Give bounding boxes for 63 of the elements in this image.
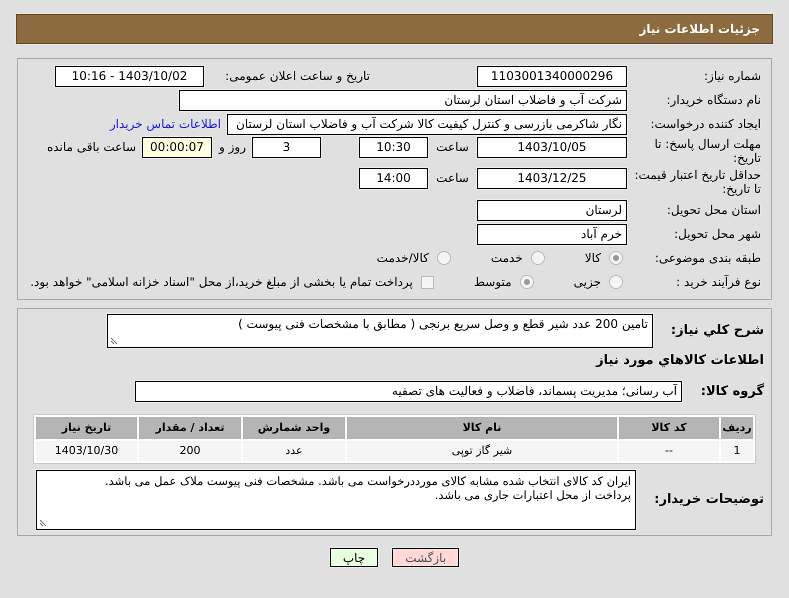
field-label: ساعت باقی مانده [46,139,136,156]
notes-textarea[interactable]: ایران کد کالای انتخاب شده مشابه کالای مورددرخواست می باشد. مشخصات فنی پیوست ملاک عمل می باشد. پرداخت از محل اعتبارات جاری می باشد. [36,470,636,530]
column-header: کد کالا [619,417,719,439]
text-field[interactable]: آب رسانی؛ مدیریت پسماند، فاضلاب و فعالیت های تصفیه [135,381,682,402]
text-field[interactable]: 1403/10/05 [477,137,627,158]
radio-label: متوسط [474,274,512,291]
text-field[interactable]: 1403/12/25 [477,168,627,189]
field-label: ایجاد کننده درخواست: [649,117,761,131]
field-label: شماره نیاز: [703,69,761,83]
field-label: نوع فرآیند خرید : [675,275,761,289]
column-header: نام کالا [347,417,617,439]
field-label: ساعت [435,170,470,187]
field-label: شرح کلي نياز: [670,324,764,338]
field-label: مهلت ارسال پاسخ: تا تاریخ: [653,137,761,165]
text-field[interactable]: 1103001340000296 [477,66,627,86]
radio-label: کالا [584,250,601,267]
text-field[interactable]: لرستان [477,200,627,220]
field-label: نام دستگاه خریدار: [666,93,761,107]
text-field[interactable]: 1403/10/02 - 10:16 [55,66,204,86]
field-label: حداقل تاریخ اعتبار قیمت: تا تاریخ: [633,168,761,196]
field-label: ساعت [435,139,470,156]
resize-grip-icon [39,519,47,527]
table-cell: عدد [243,441,345,461]
field-label: طبقه بندی موضوعی: [654,251,761,265]
table-cell: 200 [139,441,241,461]
text-field[interactable]: 00:00:07 [142,137,212,158]
table-cell: 1403/10/30 [36,441,137,461]
table-cell: 1 [721,441,753,461]
resize-grip-icon [110,337,118,345]
page-title: جزئیات اطلاعات نیاز [639,21,760,38]
field-label: روز و [218,139,246,156]
checkbox[interactable] [420,276,434,288]
text-field[interactable]: خرم آباد [477,224,627,244]
payment-note: پرداخت تمام یا بخشی از مبلغ خرید،از محل "اسناد خزانه اسلامی" خواهد بود. [30,274,413,291]
column-header: واحد شمارش [243,417,345,439]
field-label: شهر محل تحویل: [673,227,761,241]
radio-label: کالا/خدمت [376,250,429,267]
table-cell: شیر گاز توپی [347,441,617,461]
field-label: تاریخ و ساعت اعلان عمومی: [224,69,370,83]
print-button[interactable]: چاپ [330,548,378,567]
field-label: استان محل تحویل: [666,203,761,217]
summary-textarea[interactable]: تامین 200 عدد شیر قطع و وصل سریع برنجی ( مطابق با مشخصات فنی پیوست ) [107,314,653,348]
radio-button[interactable] [436,251,451,265]
radio-label: خدمت [490,250,523,267]
field-label: توضیحات خریدار: [653,493,764,507]
radio-button[interactable] [609,251,623,265]
back-button[interactable]: بازگشت [392,548,460,567]
radio-button[interactable] [609,275,623,289]
column-header: ردیف [721,417,753,439]
field-label: گروه کالا: [700,384,764,398]
radio-button[interactable] [520,275,534,289]
text-field[interactable]: نگار شاکرمی بازرسی و کنترل کیفیت کالا شرکت آب و فاضلاب استان لرستان [227,114,627,134]
text-field[interactable]: 10:30 [359,137,428,158]
table-cell: -- [619,441,719,461]
text-field[interactable]: 14:00 [359,168,428,189]
text-field[interactable]: 3 [252,137,321,158]
buyer-contact-link[interactable]: اطلاعات تماس خریدار [110,115,221,133]
column-header: تاریخ نیاز [36,417,137,439]
column-header: تعداد / مقدار [139,417,241,439]
text-field[interactable]: شرکت آب و فاضلاب استان لرستان [179,90,627,110]
radio-button[interactable] [530,251,545,265]
radio-label: جزیی [574,274,601,291]
section-title: اطلاعات كالاهاي مورد نياز [596,352,764,370]
